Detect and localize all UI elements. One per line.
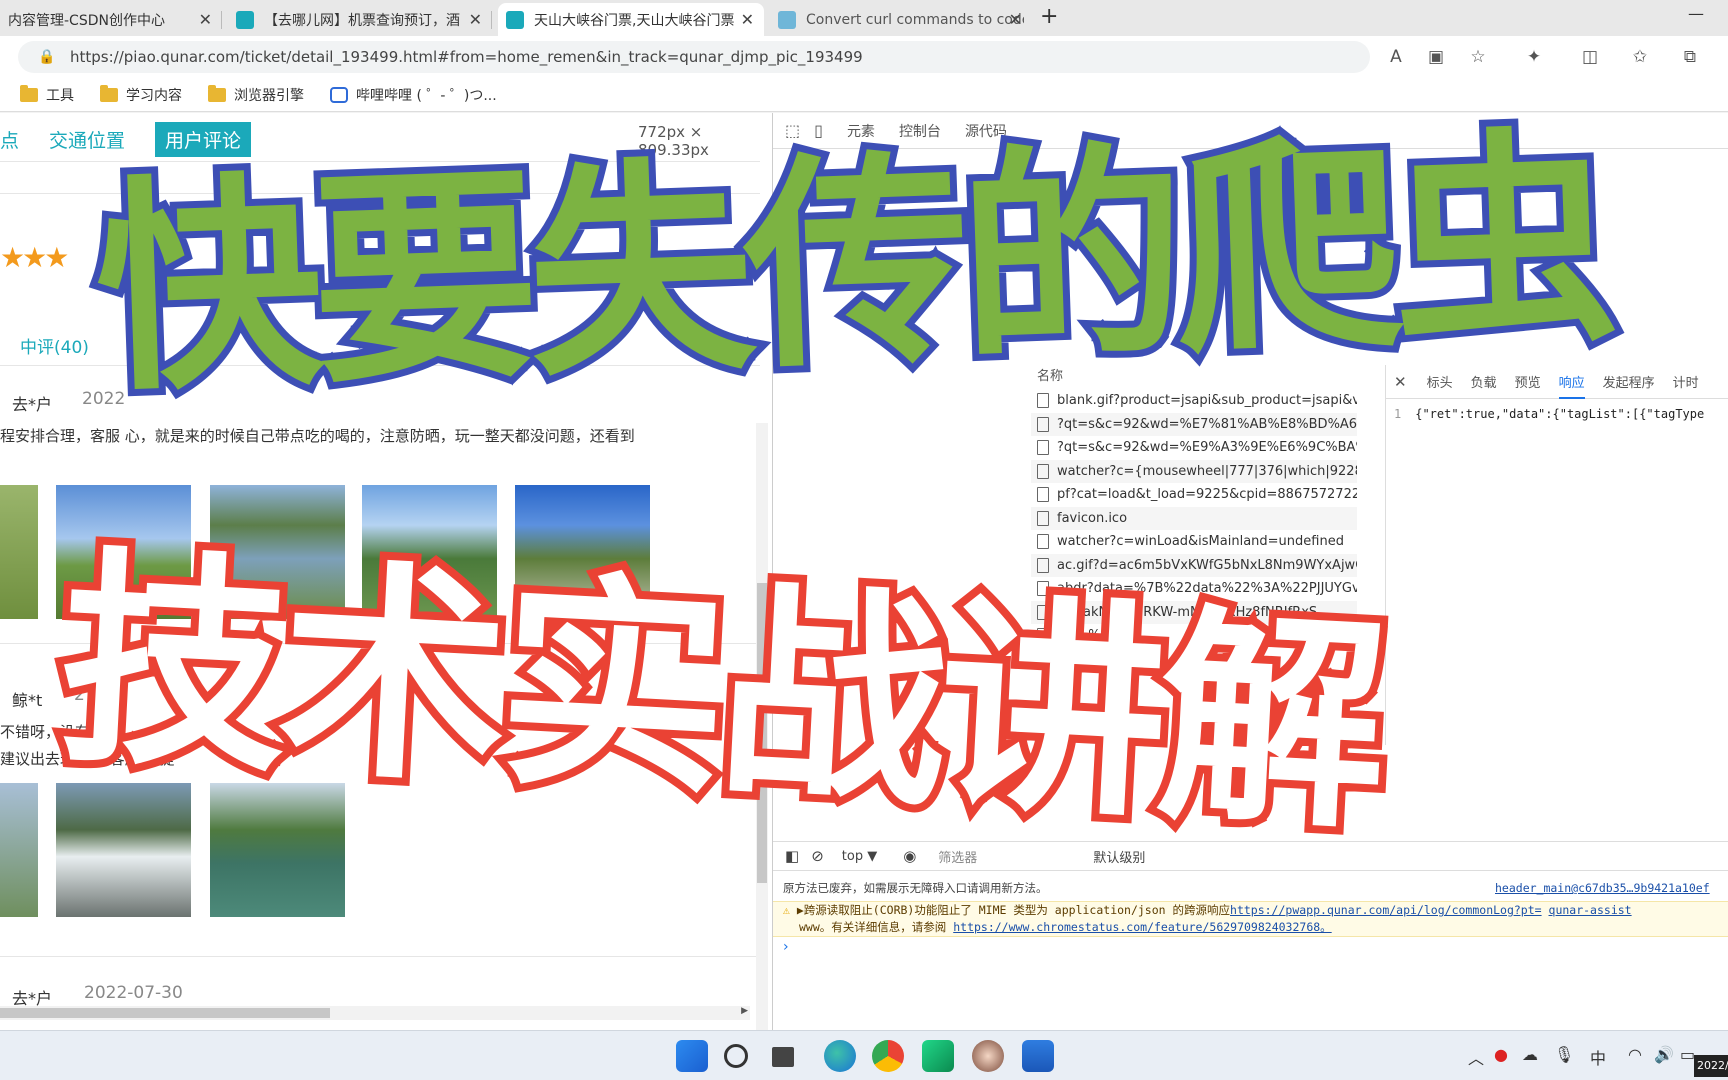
clock[interactable]: 2022/: [1694, 1055, 1728, 1077]
request-name: ?qt=s&c=92&wd=%E7%81%AB%E8%BD%A6%E7%...: [1057, 416, 1357, 432]
bookmark-folder-tools[interactable]: 工具: [20, 84, 74, 105]
show-hidden-icons-icon[interactable]: ︿: [1468, 1045, 1484, 1069]
network-request-row[interactable]: pf?cat=load&t_load=9225&cpid=88675727224…: [1031, 483, 1357, 507]
console-prompt[interactable]: ›: [783, 939, 789, 955]
address-bar[interactable]: 🔒 https://piao.qunar.com/ticket/detail_1…: [18, 41, 1370, 73]
browser-tab-strip: 内容管理-CSDN创作中心 ✕ 【去哪儿网】机票查询预订，酒 ✕ 天山大峡谷门票…: [0, 0, 1728, 36]
tab-title: 【去哪儿网】机票查询预订，酒: [264, 12, 460, 29]
sidebar-toggle-icon[interactable]: ◧: [785, 847, 799, 865]
minimize-button[interactable]: —: [1688, 4, 1704, 23]
task-view-icon[interactable]: [772, 1047, 794, 1067]
cloud-icon[interactable]: ☁: [1522, 1045, 1538, 1064]
request-detail-pane: ✕ 标头 负载 预览 响应 发起程序 计时 1 {"ret":true,"data…: [1385, 365, 1728, 745]
avatar-app-icon[interactable]: [972, 1040, 1004, 1072]
tab-qunar-flights[interactable]: 【去哪儿网】机票查询预订，酒 ✕: [228, 3, 492, 36]
collections-icon[interactable]: ⧉: [1678, 45, 1702, 69]
qunar-favicon-icon: [236, 10, 254, 29]
rating-stars: ★★★: [0, 241, 69, 274]
document-icon: [1037, 487, 1049, 503]
tab-title: 天山大峡谷门票,天山大峡谷门票: [534, 12, 735, 29]
microphone-icon[interactable]: 🎙: [1554, 1045, 1574, 1064]
close-icon[interactable]: ✕: [199, 10, 212, 29]
response-body[interactable]: 1 {"ret":true,"data":{"tagList":[{"tagTyp…: [1386, 399, 1728, 421]
windows-taskbar: ︿ ● ☁ 🎙 中 ◠ 🔊 ▭ 2022/: [0, 1030, 1728, 1080]
network-request-row[interactable]: ?qt=s&c=92&wd=%E9%A3%9E%E6%9C%BA%E5%9...: [1031, 436, 1357, 460]
chrome-browser-icon[interactable]: [872, 1040, 904, 1072]
document-icon: [1037, 510, 1049, 526]
warning-source-link[interactable]: qunar-assist: [1549, 903, 1632, 917]
console-warning: ⚠ ▶跨源读取阻止(CORB)功能阻止了 MIME 类型为 applicatio…: [773, 901, 1728, 937]
tab-csdn[interactable]: 内容管理-CSDN创作中心 ✕: [0, 3, 222, 36]
line-number: 1: [1394, 407, 1402, 421]
qunar-favicon-icon: [506, 10, 524, 29]
new-tab-button[interactable]: +: [1040, 4, 1058, 29]
tab-title: 内容管理-CSDN创作中心: [8, 12, 165, 29]
battery-icon[interactable]: ▭: [1680, 1045, 1695, 1064]
lock-icon: 🔒: [38, 49, 56, 65]
edge-browser-icon[interactable]: [824, 1040, 856, 1072]
photos-app-icon[interactable]: [1022, 1040, 1054, 1072]
pycharm-icon[interactable]: [922, 1040, 954, 1072]
console-message: 原方法已废弃，如需展示无障碍入口请调用新方法。 header_main@c67d…: [773, 877, 1728, 899]
volume-icon[interactable]: 🔊: [1654, 1045, 1674, 1064]
review-date: 2022-07-30: [84, 983, 183, 1003]
review-photo[interactable]: [0, 783, 38, 917]
request-name: pf?cat=load&t_load=9225&cpid=88675727224…: [1057, 487, 1357, 503]
response-text: {"ret":true,"data":{"tagList":[{"tagType: [1415, 407, 1705, 421]
tab-timing[interactable]: 计时: [1673, 372, 1699, 391]
curl-favicon-icon: [778, 10, 796, 29]
review-user: 鲸*t: [12, 691, 43, 710]
page-horizontal-scrollbar[interactable]: ▶: [0, 1006, 750, 1020]
qq-icon[interactable]: ●: [1494, 1045, 1508, 1064]
filter-medium-reviews[interactable]: 中评(40): [20, 333, 89, 358]
wifi-icon[interactable]: ◠: [1628, 1045, 1642, 1064]
folder-icon: [100, 84, 118, 102]
warning-text: ▶跨源读取阻止(CORB)功能阻止了 MIME 类型为 application/…: [796, 903, 1231, 917]
warning-text: www。有关详细信息，请参阅: [799, 920, 947, 934]
close-icon[interactable]: ✕: [469, 10, 482, 29]
network-request-row[interactable]: watcher?c={mousewheel|777|376|which|9228…: [1031, 459, 1357, 483]
scroll-right-arrow-icon[interactable]: ▶: [741, 1006, 748, 1016]
folder-icon: [20, 84, 38, 102]
request-name: favicon.ico: [1057, 510, 1128, 526]
review-user: 去*户: [12, 395, 53, 414]
warning-link[interactable]: https://pwapp.qunar.com/api/log/commonLo…: [1230, 903, 1542, 917]
url-text[interactable]: https://piao.qunar.com/ticket/detail_193…: [70, 48, 863, 66]
clear-console-icon[interactable]: ⊘: [811, 847, 824, 865]
favorites-icon[interactable]: ✩: [1628, 45, 1652, 69]
warning-icon: ⚠: [783, 903, 790, 917]
start-windows-icon[interactable]: [676, 1040, 708, 1072]
message-source-link[interactable]: header_main@c67db35…9b9421a10ef: [1495, 877, 1710, 899]
search-icon[interactable]: [724, 1044, 748, 1068]
tab-tianshan-tickets[interactable]: 天山大峡谷门票,天山大峡谷门票 ✕: [498, 3, 764, 36]
warning-link[interactable]: https://www.chromestatus.com/feature/562…: [953, 920, 1331, 934]
bookmark-folder-learning[interactable]: 学习内容: [100, 84, 182, 105]
document-icon: [1037, 463, 1049, 479]
tab-title: Convert curl commands to code: [806, 11, 1024, 28]
bookmark-label: 学习内容: [126, 87, 182, 104]
folder-icon: [208, 84, 226, 102]
request-name: ?qt=s&c=92&wd=%E9%A3%9E%E6%9C%BA%E5%9...: [1057, 440, 1357, 456]
scrollbar-thumb[interactable]: [0, 1008, 330, 1018]
bookmark-label: 工具: [46, 87, 74, 104]
ime-indicator[interactable]: 中: [1590, 1045, 1606, 1069]
screen: 内容管理-CSDN创作中心 ✕ 【去哪儿网】机票查询预订，酒 ✕ 天山大峡谷门票…: [0, 0, 1728, 1080]
overlay-title-line1: 快要失传的爬虫: [85, 100, 1619, 430]
request-name: watcher?c={mousewheel|777|376|which|9228…: [1057, 463, 1357, 479]
live-expression-icon[interactable]: ◉: [903, 847, 916, 865]
divider: [0, 956, 760, 957]
network-request-row[interactable]: ?qt=s&c=92&wd=%E7%81%AB%E8%BD%A6%E7%...: [1031, 412, 1357, 436]
review-photo[interactable]: [0, 485, 38, 619]
document-icon: [1037, 416, 1049, 432]
close-icon[interactable]: ✕: [1009, 10, 1022, 29]
close-icon[interactable]: ✕: [741, 10, 754, 29]
message-text: 原方法已废弃，如需展示无障碍入口请调用新方法。: [783, 881, 1048, 895]
context-selector[interactable]: top ▼: [842, 849, 877, 864]
nav-tab-attractions[interactable]: 点: [0, 126, 19, 153]
document-icon: [1037, 440, 1049, 456]
tab-curl-converter[interactable]: Convert curl commands to code ✕: [770, 3, 1032, 36]
review-text: 程安排合理，客服 心，就是来的时候自己带点吃的喝的，注意防晒，玩一整天都没问题，…: [0, 427, 635, 445]
overlay-title-line2: 技术实战讲解: [45, 518, 1393, 869]
